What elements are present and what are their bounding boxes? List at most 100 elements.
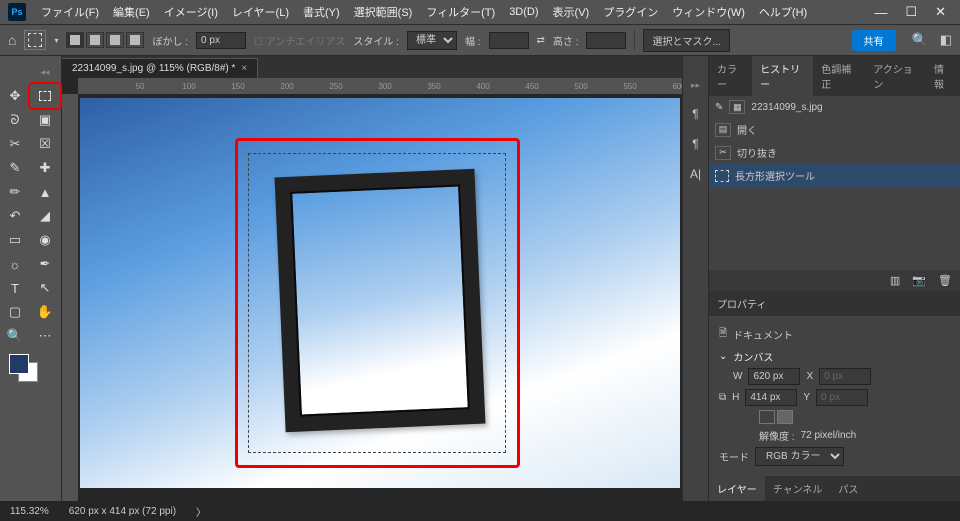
menu-window[interactable]: ウィンドウ(W) <box>665 4 752 20</box>
type-tool-icon[interactable]: T <box>0 276 30 300</box>
window-maximize-icon[interactable]: ☐ <box>905 4 917 20</box>
panel-gutter: ▸▸ ¶ ¶ A| <box>682 56 708 501</box>
swap-icon[interactable]: ⇄ <box>537 35 545 46</box>
tab-channels[interactable]: チャンネル <box>765 476 831 501</box>
panel-collapse-icon[interactable]: ▸▸ <box>691 80 700 91</box>
selection-subtract-icon[interactable] <box>106 32 124 48</box>
pen-tool-icon[interactable]: ✒ <box>30 252 60 276</box>
open-icon: ▤ <box>715 123 731 137</box>
menu-image[interactable]: イメージ(I) <box>157 4 225 20</box>
link-icon[interactable]: ⧉ <box>719 392 726 403</box>
tab-color[interactable]: カラー <box>709 56 752 96</box>
new-doc-from-state-icon[interactable]: ▥ <box>890 274 900 287</box>
menu-edit[interactable]: 編集(E) <box>106 4 157 20</box>
tool-palette: ◂◂ ✥ ᘐ▣ ✂☒ ✎✚ ✏▲ ↶◢ ▭◉ ☼✒ T↖ ▢✋ 🔍⋯ <box>0 56 62 501</box>
width-label: 幅 : <box>465 33 481 48</box>
current-tool-icon[interactable] <box>24 30 46 50</box>
h-label: H <box>732 392 739 403</box>
window-minimize-icon[interactable]: — <box>874 5 887 20</box>
select-and-mask-button[interactable]: 選択とマスク... <box>643 29 729 52</box>
search-icon[interactable]: 🔍 <box>912 32 928 48</box>
w-label: W <box>733 371 742 382</box>
caret-down-icon[interactable]: ⌄ <box>719 351 727 362</box>
text-panel-icon[interactable]: ¶ <box>692 107 698 121</box>
menu-help[interactable]: ヘルプ(H) <box>752 4 814 20</box>
eyedropper-tool-icon[interactable]: ✎ <box>0 156 30 180</box>
rectangular-marquee-tool-icon[interactable] <box>30 84 60 108</box>
height-input <box>586 32 626 49</box>
picture-frame-object <box>275 168 486 431</box>
shape-tool-icon[interactable]: ▢ <box>0 300 30 324</box>
feather-input[interactable] <box>196 32 246 49</box>
status-caret-icon[interactable]: 〉 <box>196 504 206 519</box>
menu-plugin[interactable]: プラグイン <box>596 4 665 20</box>
canvas-height-input[interactable] <box>745 389 797 406</box>
landscape-icon[interactable] <box>777 410 793 424</box>
properties-panel: 🗎ドキュメント ⌄カンバス W X ⧉ H Y <box>709 316 960 476</box>
frame-tool-icon[interactable]: ☒ <box>30 132 60 156</box>
trash-icon[interactable]: 🗑 <box>938 274 952 287</box>
selection-intersect-icon[interactable] <box>126 32 144 48</box>
history-brush-tool-icon[interactable]: ↶ <box>0 204 30 228</box>
portrait-icon[interactable] <box>759 410 775 424</box>
canvas[interactable] <box>78 94 682 501</box>
crop-tool-icon[interactable]: ✂ <box>0 132 30 156</box>
stamp-tool-icon[interactable]: ▲ <box>30 180 60 204</box>
edit-toolbar-icon[interactable]: ⋯ <box>30 324 60 348</box>
antialias-checkbox: ☐ アンチエイリアス <box>254 33 345 48</box>
ruler-vertical <box>62 94 78 501</box>
menu-filter[interactable]: フィルター(T) <box>419 4 502 20</box>
object-select-tool-icon[interactable]: ▣ <box>30 108 60 132</box>
selection-new-icon[interactable] <box>66 32 84 48</box>
menu-3d[interactable]: 3D(D) <box>502 6 545 18</box>
history-step[interactable]: 長方形選択ツール <box>709 164 960 187</box>
document-tab[interactable]: 22314099_s.jpg @ 115% (RGB/8#) * × <box>62 58 258 78</box>
tab-actions[interactable]: アクション <box>865 56 926 96</box>
snapshot-icon[interactable]: 📷 <box>912 274 926 287</box>
menu-view[interactable]: 表示(V) <box>546 4 597 20</box>
tab-layers[interactable]: レイヤー <box>709 476 765 501</box>
tab-info[interactable]: 情報 <box>926 56 960 96</box>
home-icon[interactable]: ⌂ <box>8 32 16 48</box>
menu-type[interactable]: 書式(Y) <box>296 4 347 20</box>
window-close-icon[interactable]: ✕ <box>935 4 946 20</box>
style-select[interactable]: 標準 <box>407 31 457 50</box>
brush-tool-icon[interactable]: ✏ <box>0 180 30 204</box>
path-select-tool-icon[interactable]: ↖ <box>30 276 60 300</box>
history-snapshot[interactable]: ✎▦22314099_s.jpg <box>709 96 960 118</box>
document-tabs: 22314099_s.jpg @ 115% (RGB/8#) * × <box>62 56 682 78</box>
canvas-width-input[interactable] <box>748 368 800 385</box>
app-icon: Ps <box>8 3 26 21</box>
zoom-level[interactable]: 115.32% <box>10 506 49 517</box>
dodge-tool-icon[interactable]: ☼ <box>0 252 30 276</box>
zoom-tool-icon[interactable]: 🔍 <box>0 324 30 348</box>
hand-tool-icon[interactable]: ✋ <box>30 300 60 324</box>
menu-file[interactable]: ファイル(F) <box>34 4 106 20</box>
orientation-group <box>759 410 793 424</box>
paragraph-panel-icon[interactable]: ¶ <box>692 137 698 151</box>
workspace-icon[interactable]: ◧ <box>940 32 952 48</box>
color-swatch[interactable] <box>6 354 55 386</box>
menu-layer[interactable]: レイヤー(L) <box>225 4 296 20</box>
close-tab-icon[interactable]: × <box>241 63 247 74</box>
history-step[interactable]: ✂切り抜き <box>709 141 960 164</box>
heal-tool-icon[interactable]: ✚ <box>30 156 60 180</box>
mode-label: モード <box>719 449 749 464</box>
character-panel-icon[interactable]: A| <box>690 167 701 181</box>
tab-paths[interactable]: パス <box>830 476 866 501</box>
width-input <box>489 32 529 49</box>
gradient-tool-icon[interactable]: ▭ <box>0 228 30 252</box>
menu-select[interactable]: 選択範囲(S) <box>347 4 420 20</box>
selection-mode-group <box>66 32 144 48</box>
color-mode-select[interactable]: RGB カラー <box>755 447 844 466</box>
canvas-x-input <box>819 368 871 385</box>
tab-history[interactable]: ヒストリー <box>752 56 813 96</box>
share-button[interactable]: 共有 <box>852 30 896 51</box>
eraser-tool-icon[interactable]: ◢ <box>30 204 60 228</box>
lasso-tool-icon[interactable]: ᘐ <box>0 108 30 132</box>
blur-tool-icon[interactable]: ◉ <box>30 228 60 252</box>
history-step[interactable]: ▤開く <box>709 118 960 141</box>
tab-adjust[interactable]: 色調補正 <box>813 56 865 96</box>
move-tool-icon[interactable]: ✥ <box>0 84 30 108</box>
selection-add-icon[interactable] <box>86 32 104 48</box>
